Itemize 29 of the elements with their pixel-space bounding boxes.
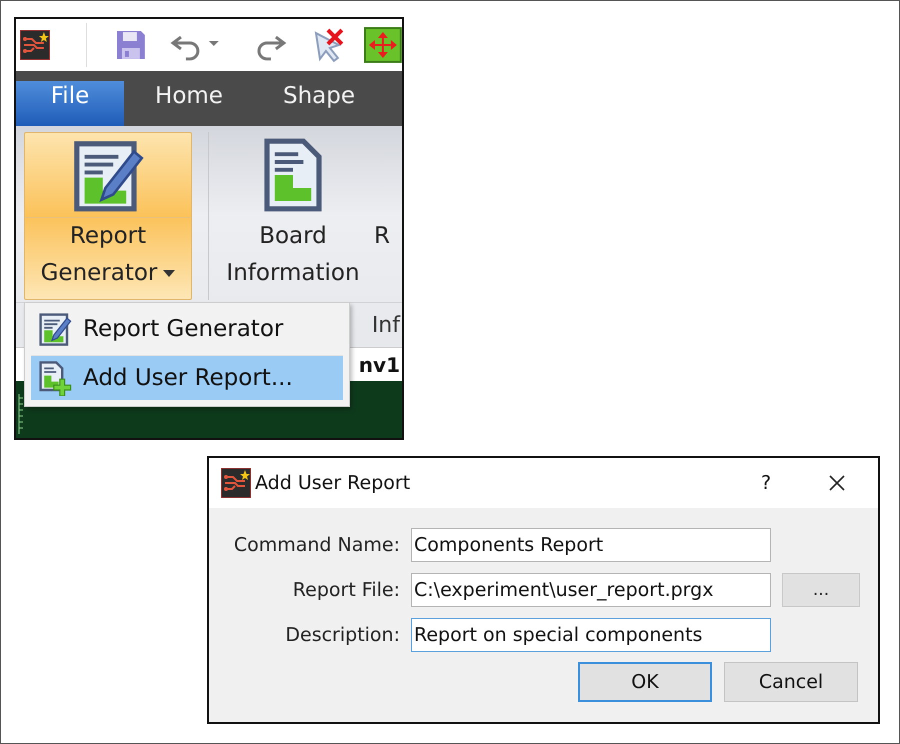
menu-item[interactable]: Add User Report... bbox=[31, 355, 343, 400]
document-tab[interactable]: nv1 bbox=[358, 352, 400, 376]
ribbon-button[interactable]: R bbox=[373, 132, 397, 300]
ribbon-tab[interactable]: Shape bbox=[254, 71, 384, 126]
dialog-title: Add User Report bbox=[255, 472, 412, 494]
menu-item[interactable]: Report Generator bbox=[31, 307, 343, 351]
app-logo-icon bbox=[20, 30, 50, 60]
ribbon-tab[interactable]: Home bbox=[124, 71, 254, 126]
input-field[interactable]: C:\experiment\user_report.prgx bbox=[411, 573, 771, 607]
ribbon-tab[interactable]: File bbox=[16, 81, 124, 126]
field-label: Command Name: bbox=[232, 534, 400, 556]
ribbon-button[interactable]: Board Information bbox=[215, 132, 371, 300]
help-button[interactable]: ? bbox=[756, 472, 776, 494]
group-label: Inf bbox=[372, 312, 400, 338]
ruler-icon bbox=[18, 394, 24, 434]
move-arrows-icon[interactable] bbox=[364, 27, 402, 63]
cancel-button[interactable]: Cancel bbox=[724, 662, 858, 702]
report-pencil-icon bbox=[37, 311, 73, 347]
app-logo-icon bbox=[221, 468, 251, 498]
ok-button[interactable]: OK bbox=[578, 662, 712, 702]
save-icon[interactable] bbox=[114, 29, 147, 61]
add-report-icon bbox=[37, 360, 73, 396]
input-field[interactable]: Components Report bbox=[411, 528, 771, 562]
input-field[interactable]: Report on special components bbox=[411, 618, 771, 652]
ribbon-button[interactable]: Report Generator bbox=[24, 132, 192, 300]
browse-button[interactable]: ... bbox=[782, 573, 860, 607]
field-label: Report File: bbox=[292, 579, 400, 601]
field-label: Description: bbox=[284, 624, 400, 646]
close-icon[interactable] bbox=[828, 474, 846, 492]
